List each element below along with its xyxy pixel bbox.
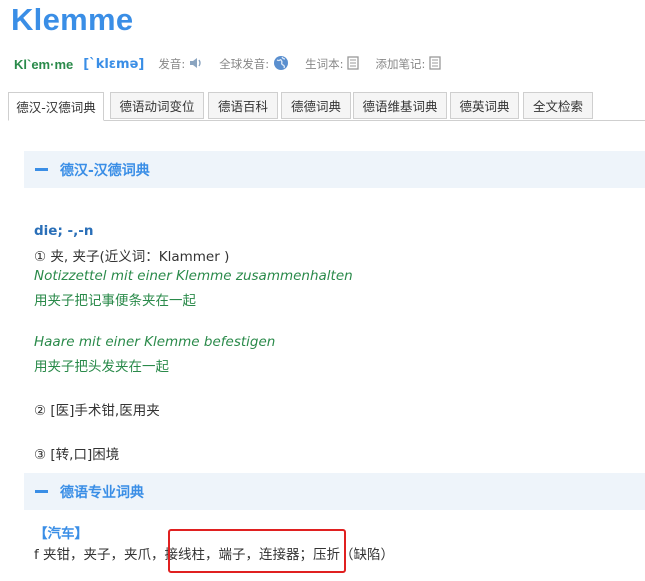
example-2-german: Haare mit einer Klemme befestigen bbox=[34, 334, 276, 350]
speaker-icon[interactable] bbox=[189, 56, 203, 73]
highlight-box bbox=[168, 529, 346, 573]
notebook-icon[interactable] bbox=[347, 55, 360, 73]
pronunciation-bar: Kl`em·me [`klɛmə] 发音: 全球发音: 生词本: 添加笔记: bbox=[14, 54, 634, 74]
headword-title: Klemme bbox=[11, 2, 134, 37]
tab-full-text-search[interactable]: 全文检索 bbox=[523, 92, 593, 119]
tab-german-english-dictionary[interactable]: 德英词典 bbox=[450, 92, 519, 119]
tab-german-german-dictionary[interactable]: 德德词典 bbox=[281, 92, 351, 119]
sense-2: ② [医]手术钳,医用夹 bbox=[34, 403, 160, 419]
collapse-icon[interactable] bbox=[35, 168, 48, 171]
pronounce-label: 发音: bbox=[158, 57, 186, 71]
specialist-category: 【汽车】 bbox=[34, 526, 88, 542]
global-pronounce-label: 全球发音: bbox=[219, 57, 270, 71]
section-header-specialist[interactable]: 德语专业词典 bbox=[24, 473, 645, 510]
add-note-label: 添加笔记: bbox=[375, 57, 426, 71]
tab-encyclopedia[interactable]: 德语百科 bbox=[208, 92, 278, 119]
ipa-transcription: [`klɛmə] bbox=[83, 56, 145, 72]
note-icon[interactable] bbox=[429, 55, 441, 73]
vocab-book-label: 生词本: bbox=[305, 57, 344, 71]
dictionary-tab-bar: 德汉-汉德词典 德语动词变位 德语百科 德德词典 德语维基词典 德英词典 全文检… bbox=[8, 92, 645, 121]
example-1-german: Notizzettel mit einer Klemme zusammenhal… bbox=[34, 268, 353, 284]
collapse-icon[interactable] bbox=[35, 490, 48, 493]
tab-wiktionary[interactable]: 德语维基词典 bbox=[353, 92, 447, 119]
tab-verb-conjugation[interactable]: 德语动词变位 bbox=[110, 92, 204, 119]
tab-german-chinese-dictionary[interactable]: 德汉-汉德词典 bbox=[8, 92, 104, 121]
section-title: 德语专业词典 bbox=[60, 484, 144, 501]
example-2-translation: 用夹子把头发夹在一起 bbox=[34, 359, 169, 375]
syllabification: Kl`em·me bbox=[14, 56, 74, 72]
globe-icon[interactable] bbox=[273, 55, 289, 74]
section-header-dictionary[interactable]: 德汉-汉德词典 bbox=[24, 151, 645, 188]
section-title: 德汉-汉德词典 bbox=[60, 162, 150, 179]
grammar-info: die; -,-n bbox=[34, 223, 94, 239]
sense-1: ① 夹, 夹子(近义词：Klammer ) bbox=[34, 249, 230, 265]
example-1-translation: 用夹子把记事便条夹在一起 bbox=[34, 293, 196, 309]
sense-3: ③ [转,口]困境 bbox=[34, 447, 120, 463]
